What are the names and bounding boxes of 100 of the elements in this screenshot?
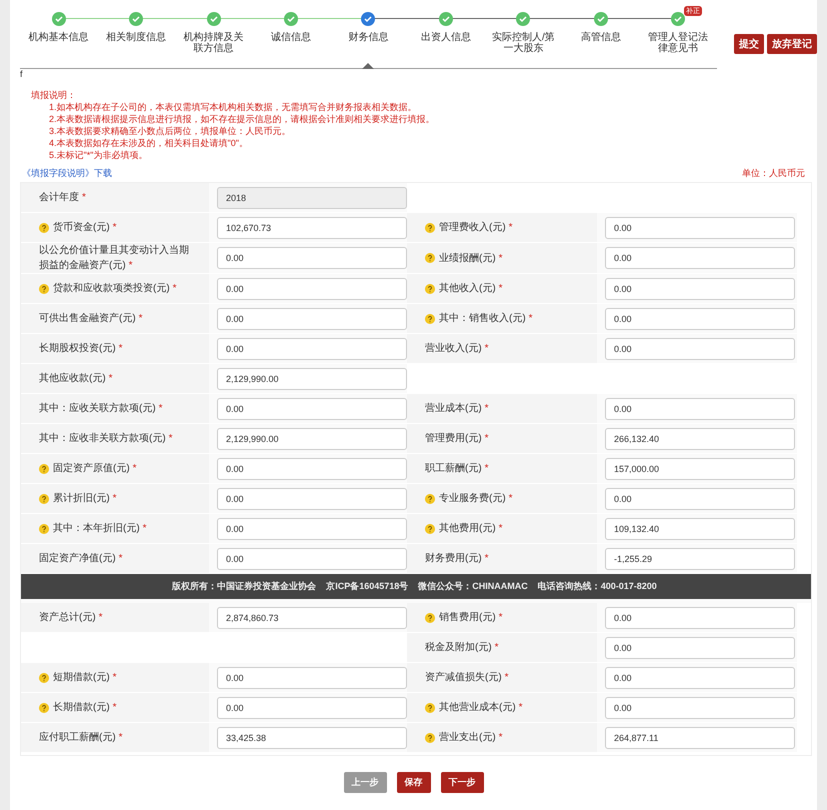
- field-label: 其中：本年折旧(元) *: [53, 522, 147, 536]
- nav-button[interactable]: 保存: [396, 772, 430, 793]
- field-label: 销售费用(元) *: [439, 610, 503, 625]
- input-field[interactable]: 0.00: [605, 606, 795, 628]
- help-icon[interactable]: [425, 702, 435, 712]
- step-tab[interactable]: 管理人登记法律意见书: [645, 32, 712, 54]
- input-field[interactable]: 0.00: [605, 696, 795, 718]
- action-button[interactable]: 提交: [734, 34, 764, 54]
- input-field[interactable]: 0.00: [605, 398, 795, 420]
- nav-button[interactable]: 下一步: [440, 772, 484, 793]
- field-label: 其他应收款(元) *: [39, 372, 113, 386]
- help-icon[interactable]: [425, 732, 435, 742]
- field-label: 财务费用(元) *: [425, 552, 489, 566]
- help-icon[interactable]: [425, 494, 435, 504]
- input-field[interactable]: 0.00: [605, 666, 795, 688]
- help-icon[interactable]: [39, 524, 49, 534]
- help-icon[interactable]: [39, 464, 49, 474]
- step-tab[interactable]: 诚信信息: [258, 32, 324, 43]
- input-field[interactable]: 0.00: [605, 636, 795, 658]
- input-field[interactable]: 0.00: [217, 548, 407, 570]
- field-label: 资产减值损失(元) *: [425, 670, 509, 685]
- field-label: 其中：应收关联方款项(元) *: [39, 402, 163, 416]
- input-field[interactable]: 2,874,860.73: [217, 606, 407, 628]
- field-label: 会计年度 *: [39, 190, 86, 205]
- footer-bar: 版权所有：中国证券投资基金业协会 京ICP备16045718号 微信公众号：CHINAAMAC 电话咨询热线：400-017-8200: [21, 574, 811, 599]
- step-tab[interactable]: 高管信息: [568, 32, 634, 43]
- input-field[interactable]: 0.00: [217, 247, 407, 269]
- input-field[interactable]: 0.00: [217, 458, 407, 480]
- step-check-icon: [361, 12, 376, 26]
- field-label: 短期借款(元) *: [53, 670, 117, 685]
- input-field[interactable]: 0.00: [605, 278, 795, 300]
- field-label: 管理费用(元) *: [425, 432, 489, 446]
- unit-text: 单位：人民币元: [742, 167, 805, 180]
- action-button[interactable]: 放弃登记: [767, 34, 817, 54]
- help-icon[interactable]: [39, 284, 49, 294]
- help-icon[interactable]: [39, 222, 49, 232]
- step-tab[interactable]: 财务信息: [335, 32, 402, 43]
- field-label: 资产总计(元) *: [39, 610, 103, 625]
- field-label: 固定资产原值(元) *: [53, 462, 137, 476]
- step-tab[interactable]: 出资人信息: [412, 32, 479, 43]
- field-label: 可供出售金融资产(元) *: [39, 312, 143, 326]
- input-field[interactable]: 0.00: [605, 338, 795, 360]
- help-icon[interactable]: [425, 253, 435, 263]
- input-field[interactable]: 0.00: [217, 278, 407, 300]
- input-field[interactable]: 0.00: [605, 488, 795, 510]
- help-icon[interactable]: [39, 672, 49, 682]
- instruction-item: 2.本表数据请根据提示信息进行填报，如不存在提示信息的，请根据会计准则相关要求进行填报。: [48, 113, 436, 125]
- field-label: 职工薪酬(元) *: [425, 462, 489, 476]
- step-check-icon: [516, 12, 530, 26]
- step-tab[interactable]: 机构基本信息: [26, 32, 92, 43]
- field-label: 营业成本(元) *: [425, 402, 489, 416]
- input-field[interactable]: 0.00: [605, 308, 795, 330]
- instructions-title: 填报说明：: [31, 89, 77, 101]
- input-field[interactable]: 102,670.73: [217, 216, 407, 238]
- field-label: 累计折旧(元) *: [53, 492, 117, 506]
- step-tab[interactable]: 实际控制人/第一大股东: [490, 32, 556, 54]
- field-label: 营业收入(元) *: [425, 342, 489, 356]
- field-label: 税金及附加(元) *: [425, 640, 499, 655]
- help-icon[interactable]: [425, 222, 435, 232]
- step-check-icon: [206, 12, 221, 26]
- input-field[interactable]: 0.00: [217, 398, 407, 420]
- field-label: 其中：应收非关联方款项(元) *: [39, 432, 173, 446]
- help-icon[interactable]: [425, 524, 435, 534]
- field-label: 专业服务费(元) *: [439, 492, 513, 506]
- current-step-pointer-icon: [362, 63, 374, 69]
- input-field[interactable]: 0.00: [217, 666, 407, 688]
- input-field[interactable]: 33,425.38: [217, 726, 407, 748]
- help-icon[interactable]: [425, 284, 435, 294]
- input-field[interactable]: 2,129,990.00: [217, 428, 407, 450]
- input-field[interactable]: 0.00: [217, 696, 407, 718]
- instruction-item: 1.如本机构存在子公司的，本表仅需填写本机构相关数据，无需填写合并财务报表相关数据。: [48, 101, 418, 113]
- step-check-icon: [284, 12, 298, 26]
- field-label: 营业支出(元) *: [439, 730, 503, 745]
- input-field[interactable]: 0.00: [217, 518, 407, 540]
- input-field[interactable]: 0.00: [217, 308, 407, 330]
- download-link[interactable]: 《填报字段说明》下载: [22, 167, 112, 180]
- field-label: 其他收入(元) *: [439, 282, 503, 296]
- instruction-item: 5.未标记"*"为非必填项。: [48, 149, 148, 161]
- input-field[interactable]: 0.00: [605, 247, 795, 269]
- step-tab[interactable]: 机构持牌及关联方信息: [180, 32, 247, 54]
- help-icon[interactable]: [39, 702, 49, 712]
- input-field[interactable]: 0.00: [605, 216, 795, 238]
- field-label: 其中：销售收入(元) *: [439, 312, 533, 326]
- help-icon[interactable]: [425, 314, 435, 324]
- input-field[interactable]: 266,132.40: [605, 428, 795, 450]
- help-icon[interactable]: [39, 494, 49, 504]
- step-check-icon: [438, 12, 453, 26]
- help-icon[interactable]: [425, 612, 435, 622]
- step-check-icon: [671, 12, 686, 26]
- field-label: 货币资金(元) *: [53, 220, 117, 235]
- input-field[interactable]: 0.00: [217, 488, 407, 510]
- input-field[interactable]: 264,877.11: [605, 726, 795, 748]
- field-label: 固定资产净值(元) *: [39, 552, 123, 566]
- input-field[interactable]: -1,255.29: [605, 548, 795, 570]
- step-tab[interactable]: 相关制度信息: [103, 32, 170, 43]
- input-field[interactable]: 0.00: [217, 338, 407, 360]
- input-field[interactable]: 109,132.40: [605, 518, 795, 540]
- input-field[interactable]: 157,000.00: [605, 458, 795, 480]
- field-label: 长期借款(元) *: [53, 700, 117, 715]
- input-field[interactable]: 2,129,990.00: [217, 368, 407, 390]
